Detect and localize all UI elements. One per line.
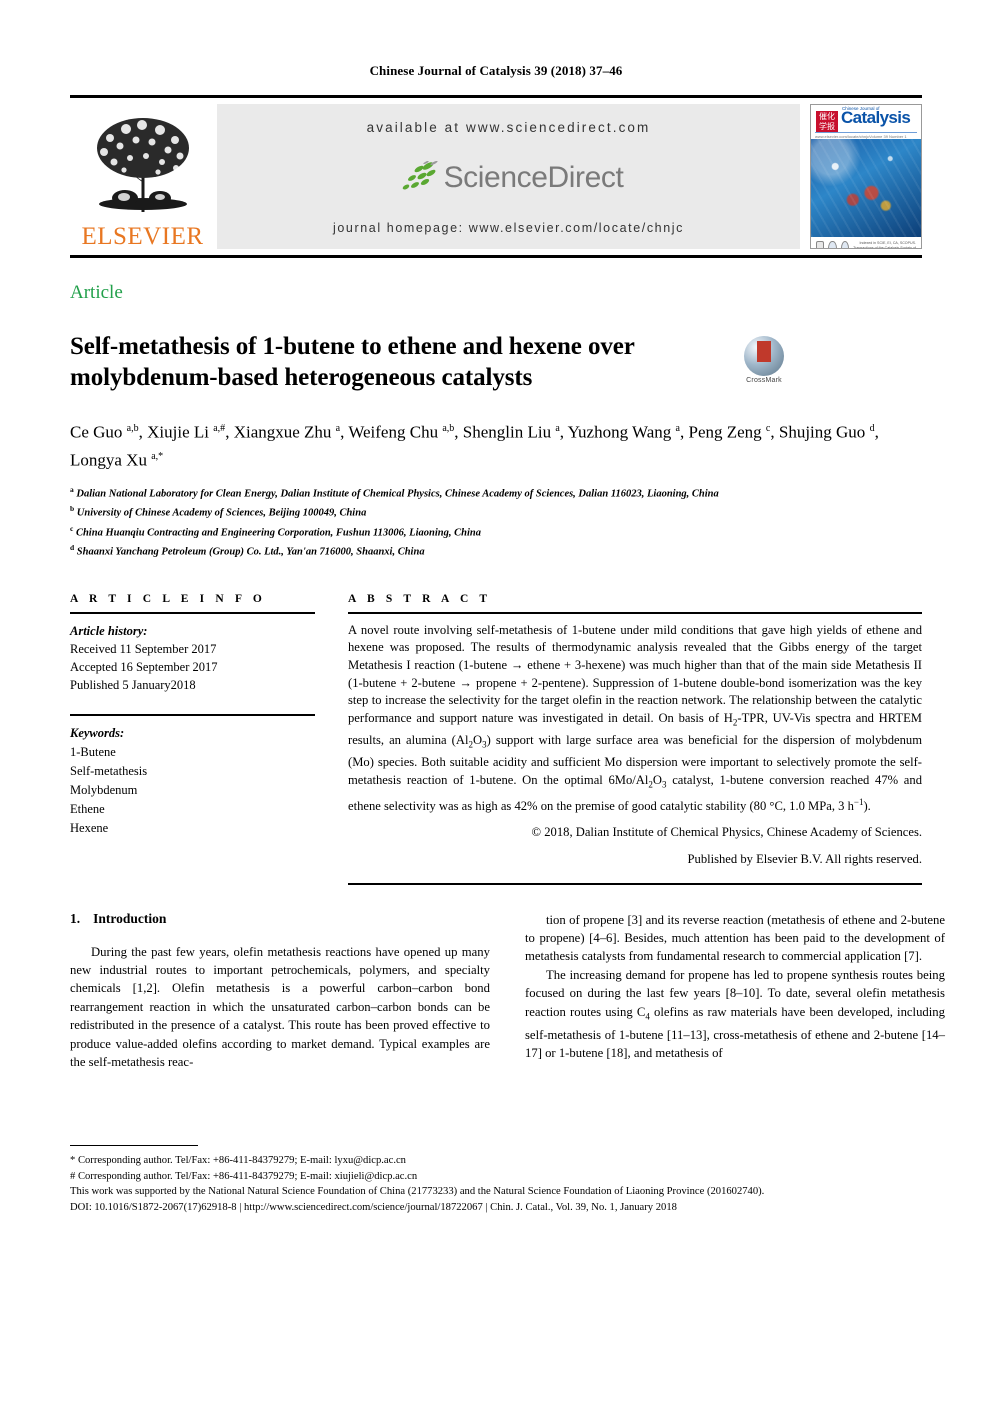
article-history-accepted: Accepted 16 September 2017: [70, 659, 218, 674]
journal-masthead: ELSEVIER available at www.sciencedirect.…: [70, 95, 922, 258]
affiliation-text: University of Chinese Academy of Science…: [76, 507, 367, 519]
abstract-bottom-divider: [348, 882, 922, 885]
section-heading: Introduction: [93, 910, 167, 926]
affiliation-mark: d: [70, 543, 75, 553]
intro-paragraph-right-2: The increasing demand for propene has le…: [525, 967, 945, 1061]
doi-line[interactable]: DOI: 10.1016/S1872-2067(17)62918-8 | htt…: [70, 1200, 922, 1216]
cover-badge-icon-1: [816, 240, 825, 248]
keyword-item: 1-Butene: [70, 744, 116, 759]
cover-footer: Indexed in SCIE, EI, CA, SCOPUS. Transac…: [811, 237, 921, 249]
sciencedirect-wordmark: ScienceDirect: [443, 161, 624, 194]
section-title-introduction: 1. Introduction: [70, 911, 490, 927]
affiliation-item: c China Huanqiu Contracting and Engineer…: [70, 521, 922, 541]
affiliation-list: a Dalian National Laboratory for Clean E…: [70, 482, 922, 560]
cover-artwork: [811, 139, 921, 237]
abstract-text: A novel route involving self-metathesis …: [348, 622, 922, 813]
footnotes-block: * Corresponding author. Tel/Fax: +86-411…: [70, 1145, 922, 1215]
article-history-received: Received 11 September 2017: [70, 641, 217, 656]
cover-header: 催化 学报 Chinese Journal of Catalysis www.el…: [811, 105, 921, 144]
abstract-column: A B S T R A C T A novel route involving …: [348, 593, 922, 885]
keyword-item: Molybdenum: [70, 782, 138, 797]
abstract-heading: A B S T R A C T: [348, 592, 492, 605]
affiliation-item: a Dalian National Laboratory for Clean E…: [70, 482, 922, 502]
affiliation-text: China Huanqiu Contracting and Engineerin…: [75, 527, 481, 539]
author-list: Ce Guo a,b, Xiujie Li a,#, Xiangxue Zhu …: [70, 422, 879, 470]
journal-homepage-text: journal homepage: www.elsevier.com/locat…: [332, 221, 685, 235]
footnote-divider: [70, 1145, 198, 1146]
keywords-divider: [70, 713, 315, 716]
elsevier-wordmark: ELSEVIER: [81, 223, 204, 250]
affiliation-mark: c: [70, 523, 74, 533]
article-info-heading: A R T I C L E I N F O: [70, 592, 266, 605]
article-history-label: Article history:: [70, 623, 148, 638]
cover-badge-icon-2: [828, 240, 837, 248]
sciencedirect-band: available at www.sciencedirect.com Scien…: [217, 104, 800, 249]
crossmark-icon: [744, 336, 784, 376]
journal-cover-thumbnail: 催化 学报 Chinese Journal of Catalysis www.el…: [810, 104, 922, 249]
section-number: 1.: [70, 910, 81, 926]
cover-footer-text: Indexed in SCIE, EI, CA, SCOPUS. Transac…: [853, 240, 916, 249]
article-info-column: A R T I C L E I N F O Article history: R…: [70, 593, 315, 885]
cover-badge-icon-3: [840, 240, 849, 248]
body-column-left: 1. Introduction During the past few years…: [70, 911, 490, 1072]
affiliation-item: b University of Chinese Academy of Scien…: [70, 501, 922, 521]
info-abstract-block: A R T I C L E I N F O Article history: R…: [70, 593, 922, 885]
cover-chinese-seal-icon: 催化 学报: [816, 111, 838, 133]
funding-note: This work was supported by the National …: [70, 1186, 765, 1198]
article-type-label: Article: [70, 282, 123, 303]
affiliation-item: d Shaanxi Yanchang Petroleum (Group) Co.…: [70, 540, 922, 560]
keyword-item: Ethene: [70, 801, 105, 816]
body-columns: 1. Introduction During the past few years…: [70, 911, 945, 1072]
intro-paragraph-right-1: tion of propene [3] and its reverse reac…: [525, 912, 945, 964]
copyright-line-1: © 2018, Dalian Institute of Chemical Phy…: [531, 825, 922, 840]
affiliation-text: Shaanxi Yanchang Petroleum (Group) Co. L…: [76, 546, 425, 558]
copyright-line-2: Published by Elsevier B.V. All rights re…: [687, 852, 922, 867]
keywords-label: Keywords:: [70, 725, 125, 740]
article-page: Chinese Journal of Catalysis 39 (2018) 3…: [0, 0, 992, 1403]
elsevier-logo: ELSEVIER: [70, 98, 215, 255]
title-row: Self-metathesis of 1-butene to ethene an…: [70, 314, 922, 410]
sciencedirect-leaves-icon: [402, 161, 438, 190]
crossmark-label: CrossMark: [746, 377, 782, 384]
affiliation-mark: b: [70, 504, 75, 514]
available-at-text: available at www.sciencedirect.com: [366, 120, 651, 135]
page-title: Self-metathesis of 1-butene to ethene an…: [70, 332, 635, 391]
affiliation-text: Dalian National Laboratory for Clean Ene…: [76, 488, 719, 500]
crossmark-logo[interactable]: CrossMark: [738, 336, 790, 384]
keyword-item: Hexene: [70, 820, 109, 835]
abstract-divider: [348, 611, 922, 614]
article-history-published: Published 5 January2018: [70, 677, 196, 692]
corresponding-author-1: * Corresponding author. Tel/Fax: +86-411…: [70, 1155, 406, 1166]
running-head: Chinese Journal of Catalysis 39 (2018) 3…: [369, 63, 623, 78]
affiliation-mark: a: [70, 484, 74, 494]
sciencedirect-logo: ScienceDirect: [394, 161, 624, 195]
body-column-right: tion of propene [3] and its reverse reac…: [525, 911, 945, 1072]
intro-paragraph-left: During the past few years, olefin metath…: [70, 944, 490, 1070]
elsevier-tree-icon: [80, 112, 206, 222]
keyword-item: Self-metathesis: [70, 763, 148, 778]
corresponding-author-2: # Corresponding author. Tel/Fax: +86-411…: [70, 1170, 418, 1182]
cover-journal-name: Catalysis: [841, 108, 911, 127]
article-info-divider: [70, 611, 315, 614]
